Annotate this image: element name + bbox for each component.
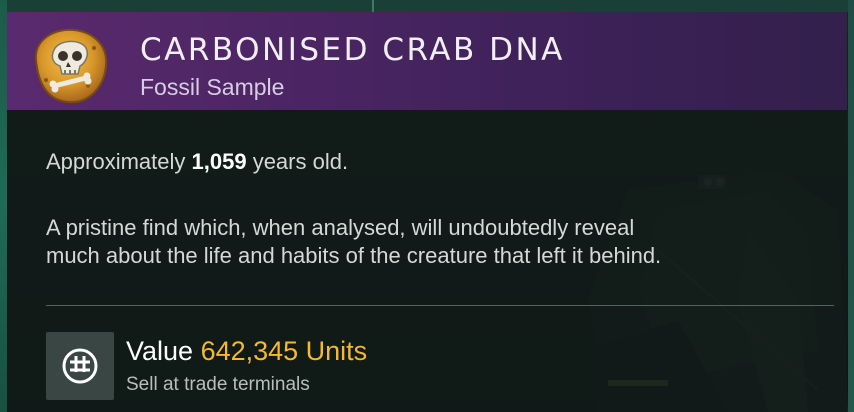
background-edge-right: [848, 0, 854, 412]
value-icon-box: [46, 332, 114, 400]
item-title: CARBONISED CRAB DNA: [140, 32, 565, 68]
background-strip: [0, 0, 854, 12]
age-text: Approximately 1,059 years old.: [46, 148, 348, 176]
game-scene: CARBONISED CRAB DNA Fossil Sample Approx…: [0, 0, 854, 412]
value-amount: 642,345 Units: [200, 336, 368, 366]
age-suffix: years old.: [246, 149, 349, 174]
age-value: 1,059: [191, 149, 247, 174]
value-subtext: Sell at trade terminals: [126, 374, 310, 395]
item-category: Fossil Sample: [140, 74, 285, 100]
units-currency-icon: [62, 348, 98, 384]
age-prefix: Approximately: [46, 149, 192, 174]
fossil-skull-icon: [34, 28, 108, 104]
background-line: [372, 0, 374, 12]
description-line-1: A pristine find which, when analysed, wi…: [46, 215, 635, 240]
section-divider: [46, 305, 834, 306]
value-label: Value: [126, 336, 201, 366]
background-edge-left: [0, 0, 7, 412]
description-line-2: much about the life and habits of the cr…: [46, 243, 662, 268]
value-line: Value 642,345 Units: [126, 336, 367, 367]
